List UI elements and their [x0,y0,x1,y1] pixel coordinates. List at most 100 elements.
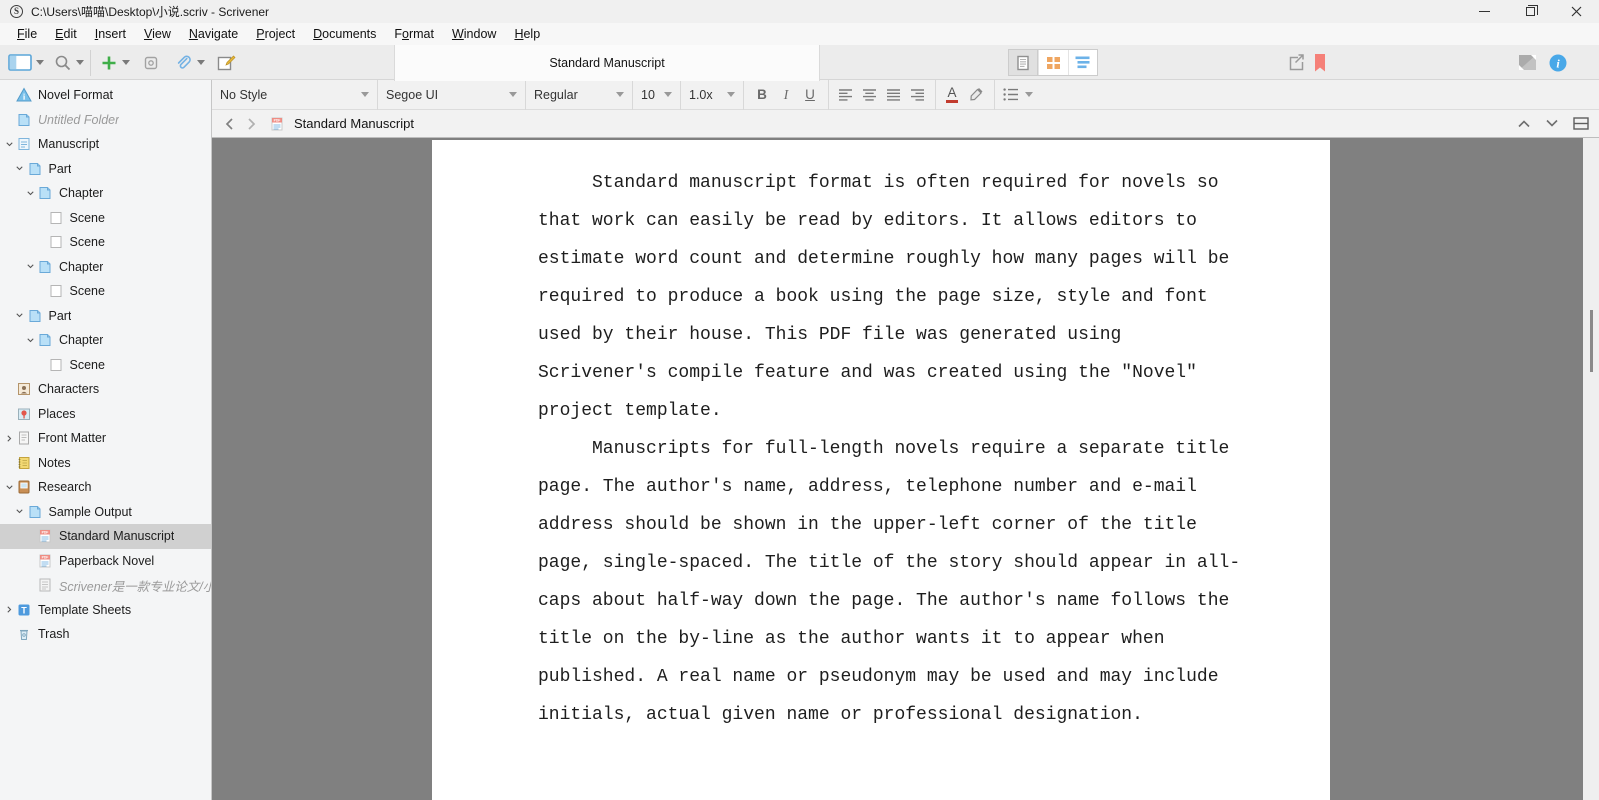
document-page[interactable]: Standard manuscript format is often requ… [432,140,1330,800]
align-left-icon [838,89,853,101]
binder-item-manuscript[interactable]: Manuscript [0,132,212,157]
binder-item-chapter[interactable]: Chapter [0,328,212,353]
binder-item-scrivener[interactable]: Scrivener是一款专业论文/小... [0,573,212,598]
menu-navigate[interactable]: Navigate [180,23,247,45]
collapse-chevron-icon[interactable] [13,504,27,520]
composition-mode-button[interactable] [1519,45,1536,80]
menu-format[interactable]: Format [385,23,443,45]
scrollbar-thumb[interactable] [1590,310,1593,372]
restore-button[interactable] [1507,0,1553,23]
binder-item-chapter[interactable]: Chapter [0,255,212,280]
menu-project[interactable]: Project [247,23,304,45]
binder-item-scene[interactable]: Scene [0,206,212,231]
search-dropdown[interactable] [76,49,84,77]
style-dropdown[interactable]: No Style [212,80,377,110]
binder-item-novel-format[interactable]: iNovel Format [0,83,212,108]
menu-help[interactable]: Help [505,23,549,45]
menu-view[interactable]: View [135,23,180,45]
highlight-button[interactable] [964,80,988,110]
expand-chevron-icon[interactable] [2,602,16,618]
menu-edit[interactable]: Edit [46,23,86,45]
back-button[interactable] [224,117,234,131]
collapse-chevron-icon[interactable] [13,308,27,324]
binder-toggle-button[interactable] [8,49,32,77]
share-button[interactable] [1286,45,1306,80]
binder-item-scene[interactable]: Scene [0,279,212,304]
binder-item-label: Novel Format [38,88,113,102]
expand-chevron-icon[interactable] [2,430,16,446]
binder-item-part[interactable]: Part [0,157,212,182]
collapse-chevron-icon[interactable] [23,332,37,348]
corkboard-view-button[interactable] [1038,50,1067,75]
align-right-button[interactable] [905,80,929,110]
add-item-dropdown[interactable] [122,49,130,77]
binder-item-label: Part [49,162,72,176]
binder-item-notes[interactable]: Notes [0,451,212,476]
format-separator [994,80,995,110]
italic-button[interactable]: I [774,80,798,110]
previous-document-button[interactable] [1517,119,1531,128]
minimize-button[interactable] [1461,0,1507,23]
attach-dropdown[interactable] [197,49,205,77]
font-size-dropdown[interactable]: 10 [633,80,680,110]
collapse-chevron-icon[interactable] [2,479,16,495]
binder-item-scene[interactable]: Scene [0,230,212,255]
menu-documents[interactable]: Documents [304,23,385,45]
binder-item-part[interactable]: Part [0,304,212,329]
binder-item-standard-manuscript[interactable]: PDFStandard Manuscript [0,524,212,549]
binder-item-front-matter[interactable]: Front Matter [0,426,212,451]
inspector-button[interactable]: i [1549,45,1567,80]
attach-button[interactable] [174,49,192,77]
quick-reference-button[interactable] [217,49,236,77]
editor-scrollbar[interactable] [1583,138,1599,800]
underline-button[interactable]: U [798,80,822,110]
menu-window[interactable]: Window [443,23,505,45]
close-button[interactable] [1553,0,1599,23]
align-justify-button[interactable] [881,80,905,110]
align-center-button[interactable] [857,80,881,110]
bold-button[interactable]: B [750,80,774,110]
binder-item-research[interactable]: Research [0,475,212,500]
line-spacing-dropdown[interactable]: 1.0x [681,80,743,110]
bookmark-icon [1314,54,1326,72]
list-button[interactable] [1001,80,1021,110]
menu-insert[interactable]: Insert [86,23,135,45]
document-view-button[interactable] [1009,50,1038,75]
format-separator [743,80,744,110]
binder-item-label: Characters [38,382,99,396]
caret-down-icon [122,60,130,65]
add-item-button[interactable] [101,49,117,77]
binder-item-paperback-novel[interactable]: PDFPaperback Novel [0,549,212,574]
list-dropdown[interactable] [1021,80,1037,110]
font-variant-dropdown[interactable]: Regular [526,80,632,110]
bookmarks-button[interactable] [1314,45,1326,80]
binder-item-sample-output[interactable]: Sample Output [0,500,212,525]
binder-item-places[interactable]: Places [0,402,212,427]
binder-panel-icon [8,54,32,71]
manuscript-text-line: that work can easily be read by editors.… [538,202,1330,240]
search-button[interactable] [54,49,72,77]
binder-item-scene[interactable]: Scene [0,353,212,378]
manuscript-text-line: Scrivener's compile feature and was crea… [538,354,1330,392]
document-tab[interactable]: Standard Manuscript [394,45,820,81]
split-editor-button[interactable] [1573,117,1589,130]
collapse-chevron-icon[interactable] [13,161,27,177]
move-to-trash-button[interactable] [142,49,160,77]
forward-button[interactable] [247,117,257,131]
outline-view-button[interactable] [1068,50,1097,75]
binder-toggle-dropdown[interactable] [36,49,44,77]
manuscript-text-line: Standard manuscript format is often requ… [538,164,1330,202]
binder-item-characters[interactable]: Characters [0,377,212,402]
collapse-chevron-icon[interactable] [23,185,37,201]
collapse-chevron-icon[interactable] [23,259,37,275]
binder-item-trash[interactable]: Trash [0,622,212,647]
text-color-button[interactable]: A [940,80,964,110]
menu-file[interactable]: File [8,23,46,45]
collapse-chevron-icon[interactable] [2,136,16,152]
binder-item-template-sheets[interactable]: TTemplate Sheets [0,598,212,623]
binder-item-untitled-folder[interactable]: Untitled Folder [0,108,212,133]
align-left-button[interactable] [833,80,857,110]
binder-item-chapter[interactable]: Chapter [0,181,212,206]
font-dropdown[interactable]: Segoe UI [378,80,525,110]
next-document-button[interactable] [1545,119,1559,128]
